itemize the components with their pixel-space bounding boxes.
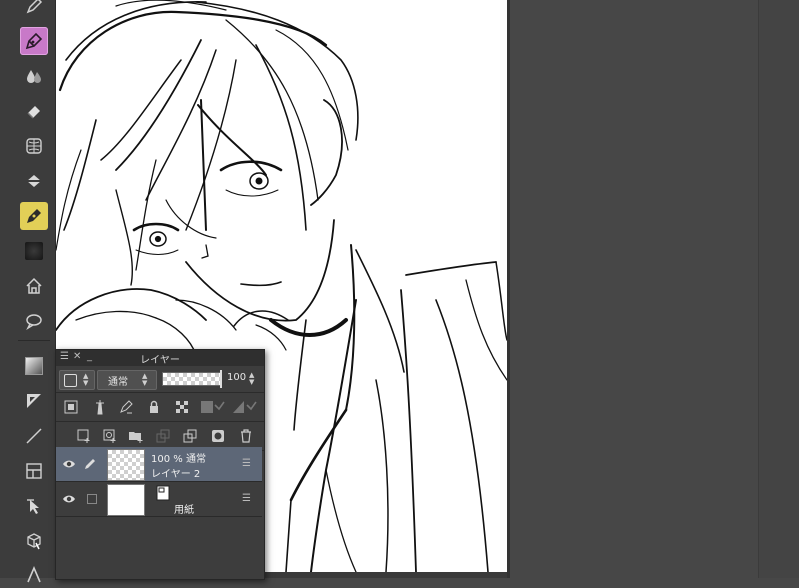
g-pen-tool-button[interactable]: [20, 27, 48, 55]
watercolor-icon: [27, 70, 41, 83]
eye-icon[interactable]: [62, 457, 76, 471]
frame-tool-button[interactable]: [20, 457, 48, 485]
3d-object-icon: [27, 533, 41, 550]
layer-opacity-mode: 100 % 通常: [151, 454, 206, 465]
mask-icon: [212, 430, 224, 442]
opacity-slider-fill: [163, 373, 221, 385]
panel-menu-icon[interactable]: ☰: [60, 351, 69, 362]
blend-mode-select[interactable]: 通常 ▲ ▼: [97, 370, 157, 390]
opacity-slider-handle[interactable]: [220, 370, 222, 388]
eraser-icon: [27, 106, 40, 119]
blend-tool-button[interactable]: [20, 132, 48, 160]
ruler-icon: [27, 394, 41, 408]
lock-icon: [150, 400, 158, 413]
layer-thumbnail: [107, 484, 145, 516]
lock-layer-button[interactable]: [146, 399, 162, 415]
layer-panel-title: レイヤー: [140, 354, 180, 366]
opacity-spinner-icon[interactable]: ▲ ▼: [249, 372, 254, 386]
layer-thumbnail: [107, 449, 145, 481]
pen-tool-button[interactable]: [20, 0, 48, 20]
draft-pen-icon: [120, 400, 133, 414]
layer-row[interactable]: 100 % 通常 レイヤー 2 ☰: [56, 447, 262, 482]
gradient-swatch-icon: [25, 242, 43, 260]
eye-icon[interactable]: [62, 492, 76, 506]
pen-icon: [26, 0, 43, 14]
spinner-icon: ▲ ▼: [83, 372, 89, 387]
transfer-layer-button[interactable]: [155, 428, 171, 444]
expression-color-select[interactable]: ▲ ▼: [59, 370, 95, 390]
spinner-icon: ▲ ▼: [142, 372, 148, 387]
marker-icon: [27, 209, 41, 223]
eraser-tool-button[interactable]: [20, 97, 48, 125]
new-vector-layer-button[interactable]: [102, 428, 118, 444]
new-folder-icon: [129, 432, 143, 443]
checker-lock-icon: [176, 401, 188, 413]
text-icon: [27, 565, 41, 583]
canvas-edge: [507, 0, 510, 578]
layer-edit-checkbox[interactable]: [87, 494, 97, 504]
show-mask-button[interactable]: [232, 399, 258, 415]
marker-tool-button[interactable]: [20, 202, 48, 230]
square-swatch-icon: [64, 373, 77, 387]
mask-toggle-icon: [201, 401, 225, 413]
create-mask-button[interactable]: [210, 428, 226, 444]
delete-layer-button[interactable]: [238, 428, 254, 444]
close-icon[interactable]: ✕: [73, 351, 81, 362]
text-tool-button[interactable]: [20, 560, 48, 588]
paper-layer-icon: [156, 485, 170, 501]
gradient-swatch-button[interactable]: [20, 237, 48, 265]
tool-bar: [0, 0, 56, 583]
layer-name: レイヤー 2: [151, 469, 201, 480]
minimize-icon[interactable]: _: [87, 351, 92, 362]
lock-transparency-button[interactable]: [174, 399, 190, 415]
opacity-slider[interactable]: [162, 370, 222, 388]
drag-handle-icon[interactable]: ☰: [242, 493, 251, 504]
layer-option-toolbar: [56, 393, 264, 422]
pen-edit-icon[interactable]: [83, 457, 97, 471]
line-icon: [26, 428, 42, 444]
new-layer-icon: [77, 429, 90, 443]
3d-tool-button[interactable]: [20, 527, 48, 555]
trash-icon: [241, 429, 251, 443]
drag-handle-icon[interactable]: ☰: [242, 458, 251, 469]
fill-tool-button[interactable]: [20, 167, 48, 195]
merge-layer-button[interactable]: [182, 428, 198, 444]
new-raster-layer-button[interactable]: [76, 428, 92, 444]
merge-icon: [183, 429, 197, 443]
line-tool-button[interactable]: [20, 422, 48, 450]
draft-layer-button[interactable]: [118, 399, 134, 415]
enable-mask-button[interactable]: [200, 399, 226, 415]
layer-row[interactable]: 用紙 ☰: [56, 482, 262, 517]
fill-bucket-icon: [27, 175, 41, 187]
gradient-square-icon: [25, 357, 43, 375]
transfer-icon: [156, 429, 170, 443]
clip-to-layer-button[interactable]: [63, 399, 79, 415]
layer-panel: ☰ ✕ _ レイヤー ▲ ▼ 通常 ▲ ▼ 100 ▲ ▼ 100 % 通常 レ…: [55, 349, 265, 580]
watercolor-tool-button[interactable]: [20, 62, 48, 90]
layer-panel-titlebar[interactable]: ☰ ✕ _ レイヤー: [56, 350, 264, 366]
new-folder-button[interactable]: [128, 428, 144, 444]
gradient-tool-button[interactable]: [20, 352, 48, 380]
right-panel-strip: [758, 0, 799, 578]
lighthouse-icon: [96, 400, 104, 415]
mask-area-icon: [233, 401, 257, 413]
select-arrow-icon: [27, 499, 39, 514]
layer-property-row: ▲ ▼ 通常 ▲ ▼ 100 ▲ ▼: [56, 366, 264, 393]
speech-bubble-icon: [26, 314, 42, 330]
operation-tool-button[interactable]: [20, 492, 48, 520]
home-icon: [26, 277, 42, 294]
clip-icon: [64, 400, 78, 414]
home-tool-button[interactable]: [20, 272, 48, 300]
sphere-grid-icon: [26, 138, 42, 154]
balloon-tool-button[interactable]: [20, 307, 48, 335]
layer-name: 用紙: [174, 505, 194, 516]
blend-mode-value: 通常: [108, 376, 128, 388]
g-pen-icon: [25, 32, 43, 50]
ruler-tool-button[interactable]: [20, 387, 48, 415]
new-vector-layer-icon: [103, 429, 116, 443]
frame-icon: [26, 463, 42, 479]
reference-layer-button[interactable]: [92, 399, 108, 415]
opacity-value[interactable]: 100: [227, 372, 246, 383]
